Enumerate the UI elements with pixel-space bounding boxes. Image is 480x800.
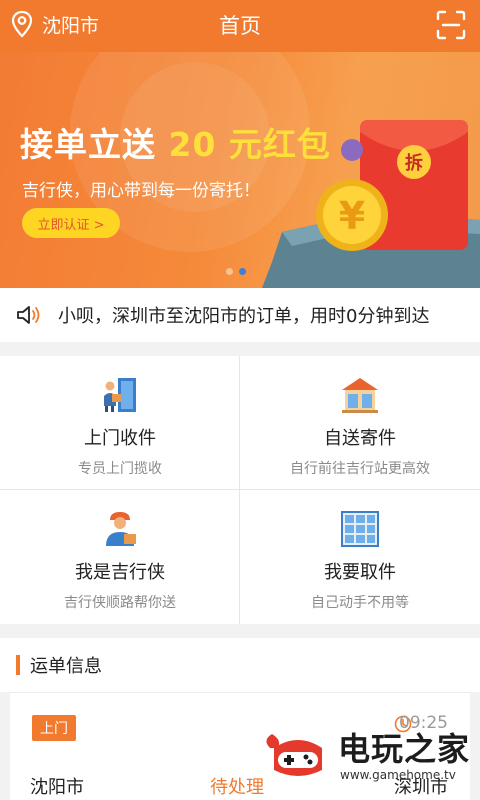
speaker-icon xyxy=(17,306,40,324)
carousel-indicator xyxy=(226,268,246,275)
waybill-origin: 沈阳市 xyxy=(30,777,84,798)
waybill-section-title: 运单信息 xyxy=(30,656,102,677)
carousel-dot[interactable] xyxy=(226,268,233,275)
grid-divider xyxy=(239,356,240,624)
service-label: 我是吉行侠 xyxy=(75,562,165,583)
waybill-section-header: 运单信息 xyxy=(0,638,480,692)
notice-bar[interactable]: 小呗，深圳市至沈阳市的订单，用时0分钟到达 xyxy=(0,288,480,342)
waybill-type-tag: 上门 xyxy=(32,715,76,741)
top-bar: 沈阳市 首页 xyxy=(0,0,480,52)
envelope-char: 拆 xyxy=(405,152,423,174)
station-icon xyxy=(342,378,378,413)
promo-subtitle: 吉行侠，用心带到每一份寄托！ xyxy=(22,181,260,201)
service-self-send[interactable]: 自送寄件 自行前往吉行站更高效 xyxy=(240,356,480,490)
grid-divider xyxy=(0,489,480,490)
section-accent-bar xyxy=(16,655,20,675)
notice-text: 小呗，深圳市至沈阳市的订单，用时0分钟到达 xyxy=(58,306,430,327)
service-pickup-parcel[interactable]: 我要取件 自己动手不用等 xyxy=(240,490,480,624)
courier-door-icon xyxy=(104,378,136,412)
site-watermark: 电玩之家 www.gamehome.tv xyxy=(258,716,480,800)
services-grid: 上门收件 专员上门揽收 自送寄件 自行前往吉行站更高效 我是吉行侠 吉行侠顺路帮… xyxy=(0,356,480,624)
service-subtitle: 自己动手不用等 xyxy=(311,595,409,611)
locker-icon xyxy=(341,511,379,547)
carousel-dot-active[interactable] xyxy=(239,268,246,275)
service-label: 我要取件 xyxy=(324,562,396,583)
service-subtitle: 吉行侠顺路帮你送 xyxy=(64,595,176,611)
watermark-name: 电玩之家 xyxy=(338,730,471,768)
promo-headline: 接单立送 20 元红包 xyxy=(20,118,331,166)
service-subtitle: 专员上门揽收 xyxy=(78,461,162,477)
promo-headline-highlight: 20 元红包 xyxy=(168,125,331,164)
service-door-pickup[interactable]: 上门收件 专员上门揽收 xyxy=(0,356,240,490)
service-label: 上门收件 xyxy=(84,428,156,449)
service-label: 自送寄件 xyxy=(324,428,396,449)
courier-person-icon xyxy=(106,512,136,546)
service-subtitle: 自行前往吉行站更高效 xyxy=(290,461,430,477)
promo-headline-prefix: 接单立送 xyxy=(20,125,156,164)
coin-char: ¥ xyxy=(339,194,365,238)
waybill-status: 待处理 xyxy=(210,777,264,798)
scan-icon[interactable] xyxy=(436,10,466,40)
verify-now-button[interactable]: 立即认证 > xyxy=(22,208,120,238)
service-become-courier[interactable]: 我是吉行侠 吉行侠顺路帮你送 xyxy=(0,490,240,624)
gamepad-logo-icon xyxy=(266,734,322,776)
watermark-url: www.gamehome.tv xyxy=(340,768,456,782)
page-title: 首页 xyxy=(219,14,261,38)
promo-banner[interactable]: 拆 ¥ 接单立送 20 元红包 吉行侠，用心带到每一份寄托！ 立即认证 > xyxy=(0,52,480,288)
